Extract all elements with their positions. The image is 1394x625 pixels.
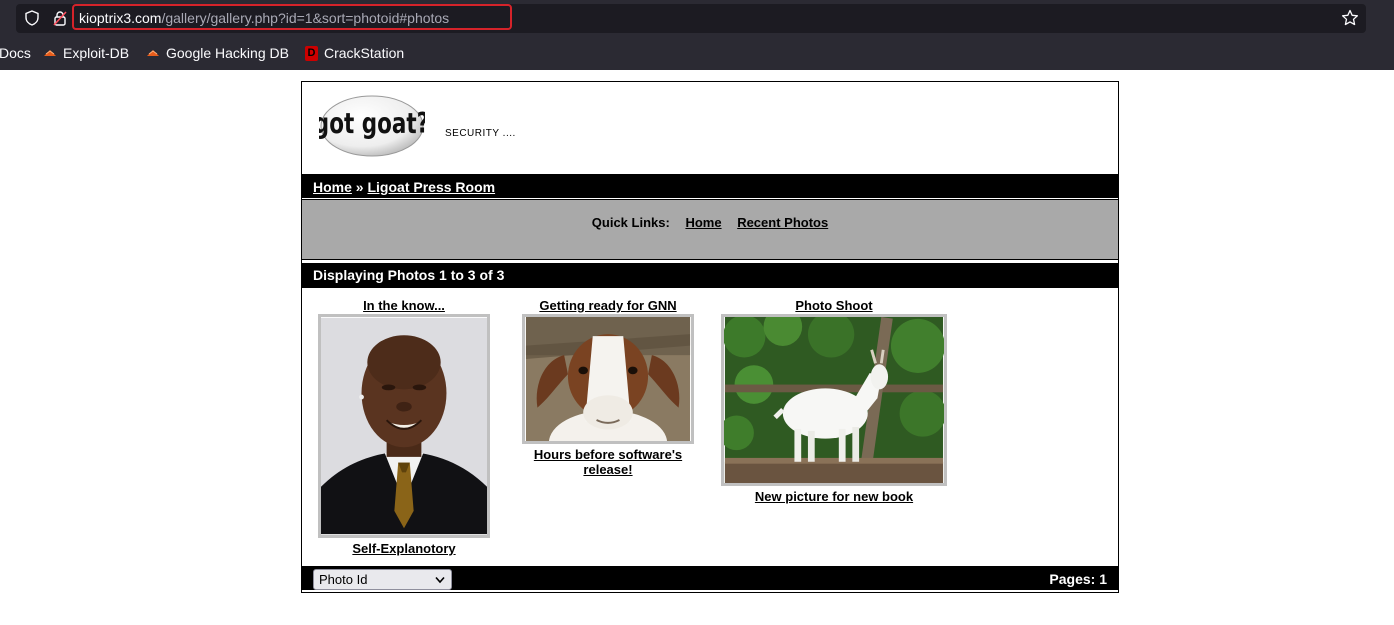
bookmark-label: Exploit-DB <box>63 45 130 61</box>
chevron-down-icon <box>435 576 445 584</box>
sort-select-value: Photo Id <box>319 572 368 587</box>
photo-title-link[interactable]: In the know... <box>316 298 492 313</box>
breadcrumb-separator: » <box>355 179 364 195</box>
browser-chrome: kioptrix3.com/gallery/gallery.php?id=1&s… <box>0 0 1394 70</box>
url-host: kioptrix3.com <box>79 10 162 26</box>
photo-thumbnail-goat-closeup[interactable] <box>522 314 694 444</box>
google-hacking-db-icon <box>147 50 159 56</box>
bookmarks-toolbar: Docs Exploit-DB Google Hacking DB D Crac… <box>0 42 1394 66</box>
display-count-bar: Displaying Photos 1 to 3 of 3 <box>302 263 1118 288</box>
photo-caption-link[interactable]: Self-Explanotory <box>316 541 492 556</box>
quick-links-bar: Quick Links: Home Recent Photos <box>302 199 1118 260</box>
photo-thumbnail-man[interactable] <box>318 314 490 538</box>
got-goat-logo: got goat? <box>319 95 425 157</box>
photo-title-link[interactable]: Getting ready for GNN <box>520 298 696 313</box>
bookmark-label: CrackStation <box>324 45 405 61</box>
bookmark-crackstation[interactable]: D CrackStation <box>305 45 404 61</box>
pages-count: Pages: 1 <box>1049 571 1107 587</box>
bookmark-exploit-db[interactable]: Exploit-DB <box>43 45 129 61</box>
exploit-db-icon <box>44 50 56 56</box>
bookmark-label: Google Hacking DB <box>166 45 289 61</box>
photo-item: In the know... Self-Explanotory <box>316 298 492 556</box>
photo-caption-link[interactable]: Hours before software's release! <box>520 447 696 477</box>
bookmark-docs[interactable]: Docs <box>0 45 31 61</box>
crackstation-icon: D <box>305 45 318 61</box>
photo-caption-link[interactable]: New picture for new book <box>720 489 948 504</box>
tagline: SECURITY .... <box>445 128 516 139</box>
bookmark-star-icon[interactable] <box>1341 9 1359 27</box>
url-text[interactable]: kioptrix3.com/gallery/gallery.php?id=1&s… <box>79 10 449 26</box>
url-bar[interactable]: kioptrix3.com/gallery/gallery.php?id=1&s… <box>16 4 1366 33</box>
photo-thumbnail-white-goat[interactable] <box>721 314 947 486</box>
breadcrumb-home-link[interactable]: Home <box>313 179 352 195</box>
breadcrumb-section-link[interactable]: Ligoat Press Room <box>367 179 495 195</box>
url-path: /gallery/gallery.php?id=1&sort=photoid#p… <box>161 10 450 26</box>
display-count-text: Displaying Photos 1 to 3 of 3 <box>313 267 505 283</box>
insecure-lock-icon[interactable] <box>52 10 68 26</box>
quick-links-label: Quick Links: <box>591 215 670 230</box>
breadcrumb: Home » Ligoat Press Room <box>302 172 1118 198</box>
svg-text:got goat?: got goat? <box>319 106 425 140</box>
sort-select[interactable]: Photo Id <box>313 569 452 590</box>
gallery-page: got goat? SECURITY .... Home » Ligoat Pr… <box>301 81 1119 593</box>
shield-icon[interactable] <box>24 10 40 26</box>
quick-link-home[interactable]: Home <box>685 215 721 230</box>
photo-item: Photo Shoot New picture for new book <box>720 298 948 504</box>
bookmark-google-hacking-db[interactable]: Google Hacking DB <box>146 45 289 61</box>
photo-item: Getting ready for GNN Hours before softw… <box>520 298 696 477</box>
quick-link-recent-photos[interactable]: Recent Photos <box>737 215 828 230</box>
footer-bar: Photo Id Pages: 1 <box>302 564 1118 590</box>
bookmark-label: Docs <box>0 45 31 61</box>
photo-title-link[interactable]: Photo Shoot <box>720 298 948 313</box>
